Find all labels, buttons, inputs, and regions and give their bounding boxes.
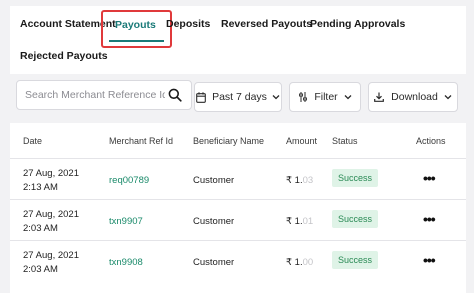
calendar-icon: [196, 91, 206, 103]
tab-payouts[interactable]: Payouts: [101, 10, 172, 48]
tab-label: Deposits: [166, 18, 211, 30]
status-badge: Success: [332, 251, 379, 269]
amount-fraction: 01: [302, 216, 314, 227]
tab-label: Payouts: [115, 19, 156, 31]
amount-fraction: 03: [302, 175, 314, 186]
row-amount: ₹ 1.01: [286, 216, 313, 227]
tab-reversed-payouts[interactable]: Reversed Payouts: [221, 18, 312, 30]
column-header-merchant-ref: Merchant Ref Id: [109, 136, 174, 146]
status-badge: Success: [332, 210, 379, 228]
payouts-table: Date Merchant Ref Id Beneficiary Name Am…: [10, 123, 466, 293]
tab-bar: Account Statement Payouts Deposits Rever…: [10, 6, 466, 74]
row-beneficiary: Customer: [193, 216, 235, 227]
download-button[interactable]: Download: [368, 82, 458, 112]
tab-label: Reversed Payouts: [221, 18, 313, 30]
row-time: 2:13 AM: [23, 182, 58, 193]
tab-pending-approvals[interactable]: Pending Approvals: [310, 18, 405, 30]
table-row: 27 Aug, 2021 2:13 AM req00789 Customer ₹…: [10, 158, 466, 200]
row-date: 27 Aug, 2021: [23, 209, 79, 220]
row-date: 27 Aug, 2021: [23, 250, 79, 261]
column-header-status: Status: [332, 136, 358, 146]
row-amount: ₹ 1.00: [286, 257, 313, 268]
more-dots-icon[interactable]: •••: [423, 170, 436, 186]
table-row: 27 Aug, 2021 2:03 AM txn9907 Customer ₹ …: [10, 199, 466, 241]
date-range-dropdown[interactable]: Past 7 days: [194, 82, 282, 112]
download-label: Download: [391, 91, 438, 103]
tab-label: Pending Approvals: [310, 18, 406, 30]
row-amount: ₹ 1.03: [286, 175, 313, 186]
download-icon: [374, 92, 385, 102]
filter-label: Filter: [314, 91, 338, 103]
merchant-ref-link[interactable]: req00789: [109, 175, 149, 186]
filter-icon: [298, 92, 308, 102]
amount-main: ₹ 1.: [286, 257, 303, 268]
tab-deposits[interactable]: Deposits: [166, 18, 210, 30]
row-time: 2:03 AM: [23, 264, 58, 275]
search-input[interactable]: [25, 89, 165, 101]
search-icon[interactable]: [168, 88, 182, 105]
amount-fraction: 00: [302, 257, 314, 268]
active-tab-underline: [109, 40, 164, 42]
more-dots-icon[interactable]: •••: [423, 211, 436, 227]
column-header-amount: Amount: [286, 136, 318, 146]
row-date: 27 Aug, 2021: [23, 168, 79, 179]
date-range-label: Past 7 days: [212, 91, 267, 103]
status-badge: Success: [332, 169, 379, 187]
row-beneficiary: Customer: [193, 257, 235, 268]
tab-label: Rejected Payouts: [20, 50, 108, 62]
more-dots-icon[interactable]: •••: [423, 252, 436, 268]
row-beneficiary: Customer: [193, 175, 235, 186]
column-header-actions: Actions: [416, 136, 446, 146]
chevron-down-icon: [272, 94, 280, 100]
chevron-down-icon: [344, 94, 352, 100]
column-header-date: Date: [23, 136, 43, 146]
table-row: 27 Aug, 2021 2:03 AM txn9908 Customer ₹ …: [10, 240, 466, 282]
filter-button[interactable]: Filter: [289, 82, 361, 112]
merchant-ref-link[interactable]: txn9907: [109, 216, 143, 227]
column-header-beneficiary: Beneficiary Name: [193, 136, 265, 146]
merchant-ref-link[interactable]: txn9908: [109, 257, 143, 268]
chevron-down-icon: [444, 94, 452, 100]
search-box[interactable]: [16, 80, 192, 110]
amount-main: ₹ 1.: [286, 175, 303, 186]
amount-main: ₹ 1.: [286, 216, 303, 227]
tab-rejected-payouts[interactable]: Rejected Payouts: [20, 50, 108, 62]
row-time: 2:03 AM: [23, 223, 58, 234]
